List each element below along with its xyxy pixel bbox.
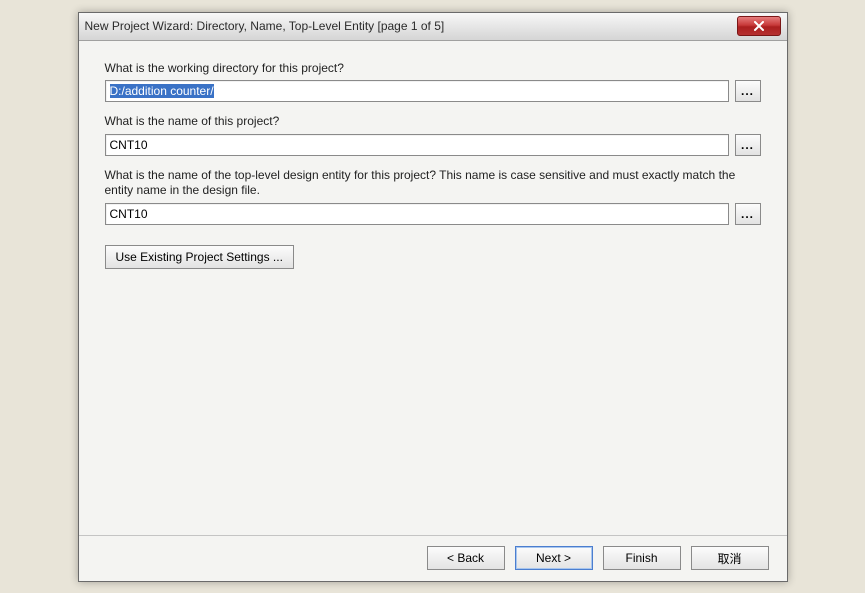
use-existing-settings-button[interactable]: Use Existing Project Settings ... (105, 245, 294, 269)
close-icon (753, 21, 765, 31)
back-button[interactable]: < Back (427, 546, 505, 570)
window-title: New Project Wizard: Directory, Name, Top… (85, 19, 737, 33)
top-entity-row: ... (105, 203, 761, 225)
next-button[interactable]: Next > (515, 546, 593, 570)
browse-project-button[interactable]: ... (735, 134, 761, 156)
working-dir-label: What is the working directory for this p… (105, 61, 761, 77)
titlebar: New Project Wizard: Directory, Name, Top… (79, 13, 787, 41)
top-entity-label: What is the name of the top-level design… (105, 168, 761, 199)
working-dir-input[interactable]: D:/addition counter/ (105, 80, 729, 102)
top-entity-input[interactable] (105, 203, 729, 225)
project-name-row: ... (105, 134, 761, 156)
working-dir-row: D:/addition counter/ ... (105, 80, 761, 102)
finish-button[interactable]: Finish (603, 546, 681, 570)
cancel-button[interactable]: 取消 (691, 546, 769, 570)
close-button[interactable] (737, 16, 781, 36)
project-name-label: What is the name of this project? (105, 114, 761, 130)
footer: < Back Next > Finish 取消 (79, 535, 787, 581)
browse-entity-button[interactable]: ... (735, 203, 761, 225)
working-dir-value: D:/addition counter/ (110, 84, 214, 98)
content-area: What is the working directory for this p… (79, 41, 787, 535)
browse-dir-button[interactable]: ... (735, 80, 761, 102)
project-name-input[interactable] (105, 134, 729, 156)
wizard-window: New Project Wizard: Directory, Name, Top… (78, 12, 788, 582)
